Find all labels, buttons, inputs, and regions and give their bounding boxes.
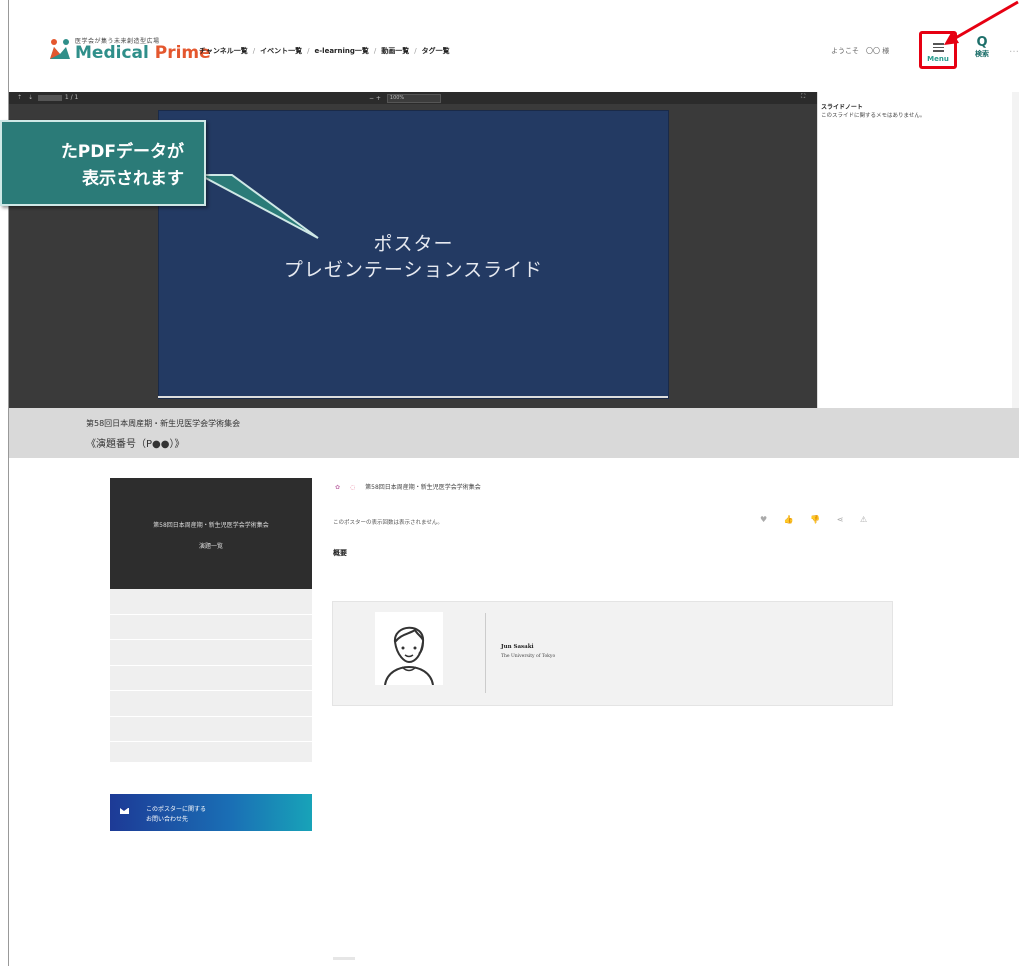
contact-line1: このポスターに関する: [146, 806, 207, 813]
welcome-text: ようこそ 〇〇 様: [831, 47, 890, 55]
nav-videos[interactable]: 動画一覧: [381, 47, 409, 55]
list-item[interactable]: [110, 666, 312, 691]
annotation-arrow-icon: [944, 0, 1019, 45]
overview-heading: 概要: [333, 549, 347, 557]
nav-tags[interactable]: タグ一覧: [422, 47, 450, 55]
event-name: 第58回日本周産期・新生児医学会学術集会: [86, 419, 241, 428]
nav-separator: /: [414, 47, 417, 55]
poster-title-band: 第58回日本周産期・新生児医学会学術集会 《演題番号（P●●）》: [9, 408, 1019, 458]
thumbs-down-icon[interactable]: 👎: [810, 515, 820, 524]
slide-edge: [158, 396, 668, 398]
zoom-select[interactable]: 100%: [386, 94, 441, 103]
list-item[interactable]: [110, 691, 312, 717]
callout-line2: 表示されます: [82, 169, 184, 189]
notes-scrollbar[interactable]: [1012, 92, 1019, 408]
contact-line2: お問い合わせ先: [146, 816, 189, 823]
sidebar-list-link[interactable]: 演題一覧: [110, 541, 312, 550]
breadcrumb-event[interactable]: 第58回日本周産期・新生児医学会学術集会: [365, 484, 481, 491]
warning-icon[interactable]: ⚠: [860, 515, 867, 524]
callout-line1: たPDFデータが: [60, 142, 184, 162]
card-divider: [485, 613, 486, 693]
sidebar-list: [110, 589, 312, 768]
heart-icon[interactable]: ♥: [760, 515, 767, 524]
avatar: [375, 612, 443, 685]
list-item[interactable]: [110, 615, 312, 640]
footer-placeholder: [333, 957, 355, 960]
notes-title: スライドノート: [821, 104, 863, 111]
sidebar-event-name: 第58回日本周産期・新生児医学会学術集会: [153, 522, 269, 529]
list-item[interactable]: [110, 589, 312, 615]
event-logo-icon: ◌: [349, 484, 356, 491]
breadcrumb: ✿ ◌ 第58回日本周産期・新生児医学会学術集会: [335, 482, 481, 491]
share-icon[interactable]: ⋖: [837, 515, 844, 524]
sidebar-event-card[interactable]: 第58回日本周産期・新生児医学会学術集会 演題一覧: [110, 478, 312, 589]
society-logo-icon: ✿: [335, 484, 341, 491]
list-item[interactable]: [110, 640, 312, 666]
list-item[interactable]: [110, 717, 312, 742]
mail-icon: [120, 808, 129, 814]
menu-label: Menu: [927, 55, 949, 63]
slide-title-line2: プレゼンテーションスライド: [283, 259, 544, 281]
slide-notes-panel: スライドノート このスライドに関するメモはありません。: [817, 92, 1013, 408]
author-name: Jun Sasaki: [501, 644, 534, 650]
action-icons: ♥ 👍 👎 ⋖ ⚠: [760, 515, 881, 524]
zoom-controls[interactable]: − + 100%: [369, 94, 441, 103]
thumbs-up-icon[interactable]: 👍: [784, 515, 794, 524]
author-card: Jun Sasaki The University of Tokyo: [332, 601, 893, 706]
zoom-buttons[interactable]: − +: [369, 95, 381, 102]
list-item[interactable]: [110, 742, 312, 768]
view-count-text: このポスターの表示回数は表示されません。: [333, 520, 443, 526]
search-label: 検索: [975, 50, 989, 58]
fullscreen-icon[interactable]: ⛶: [801, 93, 805, 101]
nav-separator: /: [373, 47, 377, 55]
callout-box: たPDFデータが 表示されます: [0, 120, 206, 206]
contact-button[interactable]: このポスターに関する お問い合わせ先: [110, 794, 312, 831]
presentation-number: 《演題番号（P●●）》: [86, 439, 185, 450]
notes-body: このスライドに関するメモはありません。: [821, 113, 926, 119]
author-affiliation: The University of Tokyo: [501, 654, 556, 659]
